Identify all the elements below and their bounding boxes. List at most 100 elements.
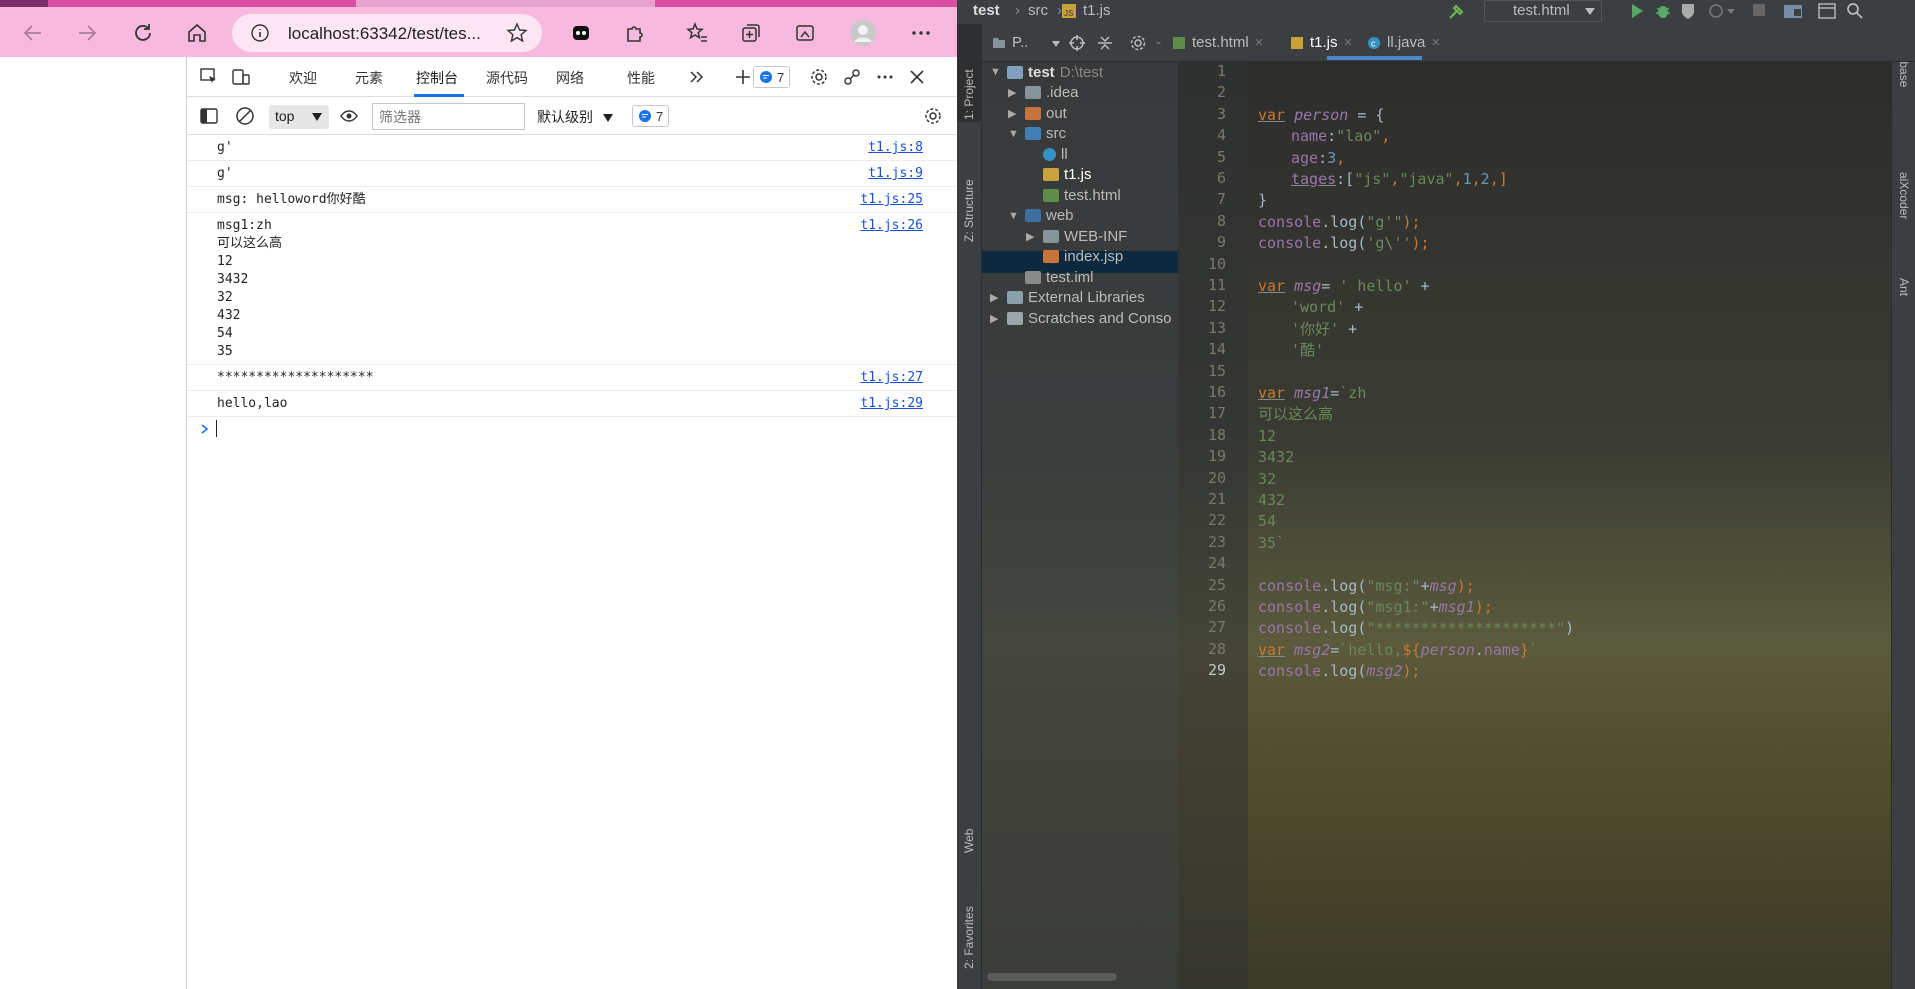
stop-icon[interactable] (1752, 3, 1766, 17)
profile-run-icon[interactable] (1707, 2, 1737, 20)
inspect-element-button[interactable] (197, 65, 221, 89)
refresh-button[interactable] (124, 14, 162, 52)
tab-sources[interactable]: 源代码 (486, 68, 528, 88)
collections-button[interactable] (732, 14, 770, 52)
tab[interactable] (48, 0, 356, 7)
code-token: 432 (1258, 491, 1286, 509)
tree-node-label: test (1028, 63, 1055, 81)
filter-input[interactable] (372, 103, 525, 130)
run-icon[interactable] (1629, 3, 1645, 19)
tab-welcome[interactable]: 欢迎 (289, 68, 317, 88)
run-config-select[interactable]: test.html (1484, 0, 1602, 22)
collapsed-arrow-icon[interactable]: ▶ (990, 312, 1002, 325)
close-tab-icon[interactable]: × (1255, 34, 1264, 51)
devtools-settings-button[interactable] (807, 65, 831, 89)
collapsed-arrow-icon[interactable]: ▶ (1008, 86, 1020, 99)
breadcrumb-folder[interactable]: src (1028, 2, 1048, 19)
tool-structure[interactable]: Z: Structure (962, 179, 976, 242)
console-prompt[interactable] (187, 417, 957, 441)
source-link[interactable]: t1.js:26 (860, 217, 923, 235)
project-panel-title[interactable]: P.. (1012, 34, 1028, 51)
tab-network[interactable]: 网络 (556, 68, 584, 88)
breadcrumb-file[interactable]: t1.js (1083, 2, 1111, 19)
tool-project[interactable]: 1: Project (962, 69, 976, 120)
close-tab-icon[interactable]: × (1344, 34, 1353, 51)
message-count-badge[interactable]: 7 (632, 105, 670, 127)
tree-node-t1-js[interactable]: t1.js (1026, 165, 1092, 185)
search-icon[interactable] (1846, 2, 1864, 20)
collapsed-arrow-icon[interactable]: ▶ (990, 291, 1002, 304)
tree-node-scratches-and-conso[interactable]: ▶ Scratches and Conso (990, 308, 1171, 328)
tree-node-ll[interactable]: ll (1026, 144, 1068, 164)
issues-badge[interactable]: 7 (753, 66, 791, 88)
tree-node-idea[interactable]: ▶ .idea (1008, 83, 1079, 103)
back-button[interactable] (14, 14, 52, 52)
favorites-button[interactable] (678, 14, 716, 52)
extensions-button[interactable] (616, 14, 654, 52)
customize-menu-button[interactable] (873, 65, 897, 89)
tree-node-out[interactable]: ▶ out (1008, 103, 1067, 123)
tree-node-web[interactable]: ▼ web (1008, 206, 1074, 226)
tree-node-external-libraries[interactable]: ▶ External Libraries (990, 288, 1145, 308)
locate-file-icon[interactable] (1068, 34, 1086, 52)
clear-console-button[interactable] (233, 104, 257, 128)
more-tabs-button[interactable] (685, 65, 709, 89)
sidebar-toggle-button[interactable] (197, 104, 221, 128)
breadcrumb-project[interactable]: test (973, 2, 1000, 19)
address-bar[interactable]: localhost:63342/test/tes... (232, 14, 542, 52)
home-button[interactable] (178, 14, 216, 52)
gear-icon[interactable] (1129, 34, 1147, 52)
source-link[interactable]: t1.js:27 (860, 369, 923, 387)
horizontal-scrollbar[interactable] (987, 973, 1117, 981)
forward-button[interactable] (68, 14, 106, 52)
collapsed-arrow-icon[interactable]: ▶ (1008, 107, 1020, 120)
expanded-arrow-icon[interactable]: ▼ (990, 66, 1002, 78)
tool-ant[interactable]: Ant (1897, 278, 1911, 296)
code-token: . (1474, 640, 1484, 659)
extension-button[interactable] (562, 14, 600, 52)
console-settings-button[interactable] (921, 104, 945, 128)
more-menu-button[interactable] (902, 14, 940, 52)
tab[interactable] (0, 0, 48, 7)
source-link[interactable]: t1.js:8 (868, 139, 923, 157)
editor-tab-ll-java[interactable]: ll.java × (1387, 34, 1440, 51)
feedback-button[interactable] (840, 65, 864, 89)
tool-web[interactable]: Web (962, 829, 976, 853)
collapsed-arrow-icon[interactable]: ▶ (1026, 230, 1038, 243)
tree-node-index-jsp[interactable]: index.jsp (1026, 247, 1123, 267)
tab-console[interactable]: 控制台 (416, 68, 458, 88)
source-link[interactable]: t1.js:9 (868, 165, 923, 183)
expanded-arrow-icon[interactable]: ▼ (1008, 128, 1020, 140)
collapse-all-icon[interactable] (1096, 34, 1114, 52)
device-emulation-button[interactable] (229, 65, 253, 89)
editor-tab-t1-js[interactable]: t1.js × (1310, 34, 1352, 51)
project-structure-icon[interactable] (1783, 2, 1803, 20)
close-devtools-button[interactable] (905, 65, 929, 89)
profile-button[interactable] (844, 14, 882, 52)
tab-performance[interactable]: 性能 (627, 68, 655, 88)
add-tab-button[interactable] (731, 65, 755, 89)
tree-node-test[interactable]: ▼ test D:\test (990, 62, 1103, 82)
tool-aixcoder[interactable]: aiXcoder (1897, 172, 1911, 219)
close-tab-icon[interactable]: × (1431, 34, 1440, 51)
tree-node-test-iml[interactable]: test.iml (1008, 267, 1094, 287)
tab-elements[interactable]: 元素 (355, 68, 383, 88)
tree-node-src[interactable]: ▼ src (1008, 124, 1066, 144)
layout-icon[interactable] (1817, 2, 1837, 20)
tool-favorites[interactable]: 2: Favorites (962, 906, 976, 969)
tree-node-test-html[interactable]: test.html (1026, 185, 1121, 205)
source-link[interactable]: t1.js:25 (860, 191, 923, 209)
hide-panel-button[interactable]: - (1156, 34, 1161, 51)
context-select[interactable]: top (269, 105, 329, 129)
code-editor[interactable]: var person = {name:"lao", age:3, tages:["j… (1248, 62, 1891, 989)
debug-bug-icon[interactable] (1654, 2, 1672, 20)
tree-node-web-inf[interactable]: ▶ WEB-INF (1026, 226, 1127, 246)
source-link[interactable]: t1.js:29 (860, 395, 923, 413)
live-expression-button[interactable] (337, 104, 361, 128)
coverage-icon[interactable] (1679, 2, 1697, 20)
editor-tab-test-html[interactable]: test.html × (1192, 34, 1263, 51)
log-level-select[interactable]: 默认级别 (537, 107, 613, 127)
expanded-arrow-icon[interactable]: ▼ (1008, 210, 1020, 222)
tab[interactable] (655, 0, 957, 7)
screen-capture-button[interactable] (786, 14, 824, 52)
